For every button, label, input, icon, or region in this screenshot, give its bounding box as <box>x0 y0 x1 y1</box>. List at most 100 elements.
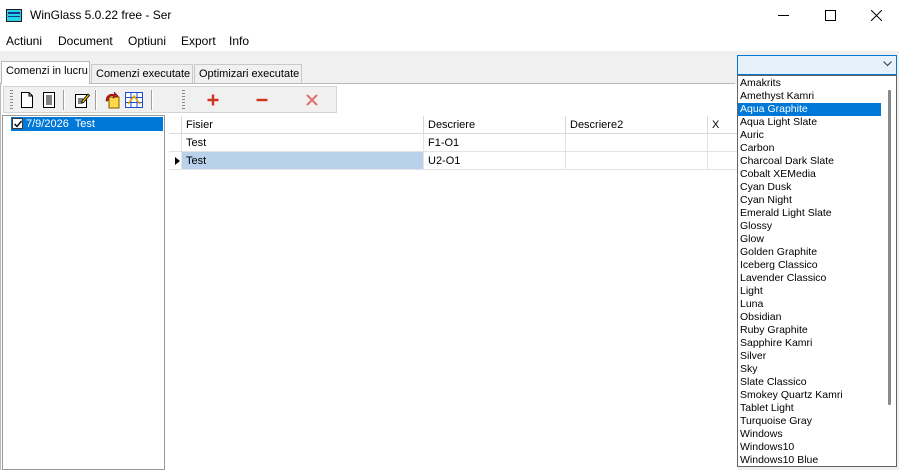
tree-node-label: 7/9/2026 Test <box>26 118 95 130</box>
row-header[interactable] <box>169 134 182 152</box>
optimize-grid-button[interactable] <box>125 91 143 109</box>
theme-option[interactable]: Smokey Quartz Kamri <box>738 389 881 402</box>
theme-option[interactable]: Tablet Light <box>738 402 881 415</box>
theme-option[interactable]: Slate Classico <box>738 376 881 389</box>
checkmark-icon <box>14 120 22 128</box>
row-header[interactable] <box>169 152 182 170</box>
theme-option[interactable]: Silver <box>738 350 881 363</box>
tab-strip: Comenzi in lucru Comenzi executate Optim… <box>0 52 735 84</box>
close-icon <box>870 10 882 21</box>
theme-option[interactable]: Charcoal Dark Slate <box>738 155 881 168</box>
row-header-corner <box>169 116 182 134</box>
theme-option[interactable]: Turquoise Gray <box>738 415 881 428</box>
cell-x[interactable] <box>708 134 738 152</box>
new-document-icon <box>21 92 33 108</box>
delete-button[interactable] <box>303 91 321 109</box>
maximize-button[interactable] <box>807 0 853 31</box>
cell-descriere2[interactable] <box>566 152 708 170</box>
theme-option[interactable]: Glossy <box>738 220 881 233</box>
theme-option[interactable]: Windows10 Blue <box>738 454 881 466</box>
maximize-icon <box>824 10 836 21</box>
theme-option[interactable]: Obsidian <box>738 311 881 324</box>
document-lines-icon <box>43 92 55 108</box>
theme-option[interactable]: Sapphire Kamri <box>738 337 881 350</box>
menu-bar: Actiuni Document Optiuni Export Info <box>0 31 899 51</box>
theme-option[interactable]: Lavender Classico <box>738 272 881 285</box>
toolbar-grip[interactable] <box>10 90 13 110</box>
minimize-icon <box>777 15 789 16</box>
orders-tree[interactable]: 7/9/2026 Test <box>2 115 165 470</box>
theme-option[interactable]: Aqua Graphite <box>738 103 881 116</box>
cell-descriere[interactable]: U2-O1 <box>424 152 566 170</box>
chevron-down-icon <box>883 61 892 67</box>
files-grid[interactable]: Fisier Descriere Descriere2 X Test F1-O1… <box>169 115 738 470</box>
table-row[interactable]: Test F1-O1 <box>169 134 738 152</box>
theme-option[interactable]: Cyan Night <box>738 194 881 207</box>
theme-option[interactable]: Glow <box>738 233 881 246</box>
theme-option[interactable]: Windows <box>738 428 881 441</box>
toolbar-separator <box>63 90 65 110</box>
column-header-x[interactable]: X <box>708 116 738 134</box>
toolbar-separator <box>151 90 153 110</box>
close-button[interactable] <box>853 0 899 31</box>
theme-option[interactable]: Auric <box>738 129 881 142</box>
current-row-indicator-icon <box>175 157 180 165</box>
theme-option[interactable]: Iceberg Classico <box>738 259 881 272</box>
theme-option[interactable]: Light <box>738 285 881 298</box>
document-list-button[interactable] <box>40 91 58 109</box>
dropdown-scrollbar-thumb[interactable] <box>888 90 891 405</box>
theme-option[interactable]: Emerald Light Slate <box>738 207 881 220</box>
plus-icon <box>207 94 219 106</box>
theme-option[interactable]: Luna <box>738 298 881 311</box>
cell-fisier[interactable]: Test <box>182 134 424 152</box>
app-icon <box>6 9 22 22</box>
theme-option[interactable]: Sky <box>738 363 881 376</box>
cell-descriere[interactable]: F1-O1 <box>424 134 566 152</box>
theme-option[interactable]: Amakrits <box>738 77 881 90</box>
theme-option[interactable]: Carbon <box>738 142 881 155</box>
column-header-fisier[interactable]: Fisier <box>182 116 424 134</box>
edit-button[interactable] <box>73 91 91 109</box>
theme-option[interactable]: Ruby Graphite <box>738 324 881 337</box>
toolbar <box>3 86 337 113</box>
grid-table-icon <box>125 92 143 108</box>
menu-optiuni[interactable]: Optiuni <box>128 34 166 48</box>
minus-icon <box>256 98 268 102</box>
theme-option[interactable]: Cyan Dusk <box>738 181 881 194</box>
cell-x[interactable] <box>708 152 738 170</box>
table-row[interactable]: Test U2-O1 <box>169 152 738 170</box>
new-document-button[interactable] <box>18 91 36 109</box>
menu-document[interactable]: Document <box>58 34 113 48</box>
toolbar-grip[interactable] <box>182 90 185 110</box>
tree-node-order[interactable]: 7/9/2026 Test <box>11 117 163 131</box>
theme-option[interactable]: Windows10 <box>738 441 881 454</box>
menu-export[interactable]: Export <box>181 34 216 48</box>
tab-comenzi-in-lucru[interactable]: Comenzi in lucru <box>1 61 90 84</box>
tab-comenzi-executate[interactable]: Comenzi executate <box>91 64 193 84</box>
theme-option[interactable]: Cobalt XEMedia <box>738 168 881 181</box>
edit-pencil-icon <box>75 93 90 108</box>
delete-x-icon <box>306 94 318 106</box>
remove-button[interactable] <box>253 91 271 109</box>
toolbar-separator <box>95 90 97 110</box>
theme-option[interactable]: Aqua Light Slate <box>738 116 881 129</box>
title-bar: WinGlass 5.0.22 free - Ser <box>0 0 899 31</box>
transfer-arrow-icon <box>105 91 120 109</box>
theme-option[interactable]: Golden Graphite <box>738 246 881 259</box>
column-header-descriere2[interactable]: Descriere2 <box>566 116 708 134</box>
column-header-descriere[interactable]: Descriere <box>424 116 566 134</box>
import-button[interactable] <box>103 91 121 109</box>
menu-actiuni[interactable]: Actiuni <box>6 34 42 48</box>
tree-node-checkbox[interactable] <box>12 118 23 129</box>
menu-info[interactable]: Info <box>229 34 249 48</box>
window-title: WinGlass 5.0.22 free - Ser <box>30 8 172 22</box>
add-button[interactable] <box>204 91 222 109</box>
theme-dropdown-list[interactable]: Amakrits Amethyst Kamri Aqua Graphite Aqua … <box>737 75 897 467</box>
minimize-button[interactable] <box>760 0 806 31</box>
theme-combo[interactable] <box>737 55 897 75</box>
cell-descriere2[interactable] <box>566 134 708 152</box>
cell-fisier[interactable]: Test <box>182 152 424 170</box>
tab-optimizari-executate[interactable]: Optimizari executate <box>194 64 302 84</box>
app-window: WinGlass 5.0.22 free - Ser Actiuni Docum… <box>0 0 899 470</box>
theme-option[interactable]: Amethyst Kamri <box>738 90 881 103</box>
